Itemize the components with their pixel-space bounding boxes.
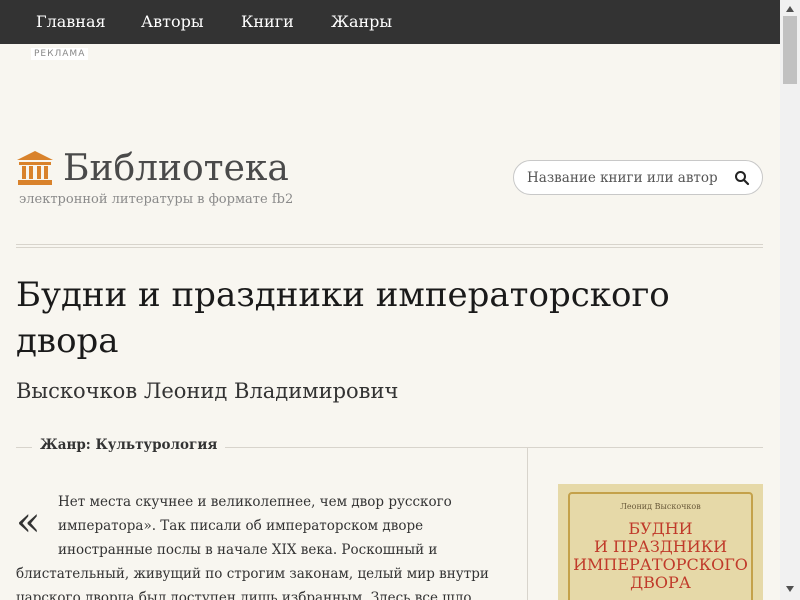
- nav-item-books[interactable]: Книги: [241, 12, 294, 31]
- column-divider: [527, 448, 528, 600]
- description-line: иностранные послы в начале XIX века. Рос…: [58, 542, 438, 558]
- page-scrollbar[interactable]: [780, 0, 800, 600]
- scroll-down-arrow-icon[interactable]: [785, 584, 795, 594]
- description-line: блистательный, живущий по строгим закона…: [16, 566, 489, 582]
- description-line: царского дворца был доступен лишь избран…: [16, 590, 472, 600]
- cover-author: Леонид Выскочков: [620, 502, 701, 511]
- nav-item-home[interactable]: Главная: [36, 12, 106, 31]
- cover-title-line: императорского: [573, 555, 748, 574]
- scroll-up-arrow-icon[interactable]: [785, 4, 795, 14]
- search-box: [513, 160, 763, 195]
- library-building-icon: [17, 151, 53, 185]
- ad-label: РЕКЛАМА: [31, 48, 89, 60]
- top-navigation-bar: Главная Авторы Книги Жанры: [0, 0, 780, 44]
- description-line: императора». Так писали об императорском…: [58, 518, 424, 534]
- site-subtitle: электронной литературы в формате fb2: [19, 192, 294, 207]
- book-description: Нет места скучнее и великолепнее, чем дв…: [16, 490, 496, 600]
- book-title: Будни и праздники императорского двора: [16, 275, 670, 361]
- nav-item-genres[interactable]: Жанры: [331, 12, 392, 31]
- book-genre[interactable]: Жанр: Культурология: [32, 437, 226, 453]
- cover-title: Будни и праздники императорского двора: [558, 520, 763, 592]
- book-cover[interactable]: Леонид Выскочков Будни и праздники импер…: [558, 484, 763, 600]
- cover-title-line: Будни: [628, 519, 693, 538]
- scrollbar-thumb[interactable]: [783, 16, 797, 84]
- nav-item-authors[interactable]: Авторы: [141, 12, 204, 31]
- search-input[interactable]: [527, 169, 717, 187]
- site-title: Библиотека: [63, 148, 289, 189]
- description-line: Нет места скучнее и великолепнее, чем дв…: [58, 494, 452, 510]
- header-divider: [16, 244, 763, 248]
- book-author-link[interactable]: Выскочков Леонид Владимирович: [16, 379, 398, 403]
- cover-title-line: двора: [630, 573, 691, 592]
- cover-title-line: и праздники: [593, 537, 728, 556]
- search-icon[interactable]: [734, 170, 750, 186]
